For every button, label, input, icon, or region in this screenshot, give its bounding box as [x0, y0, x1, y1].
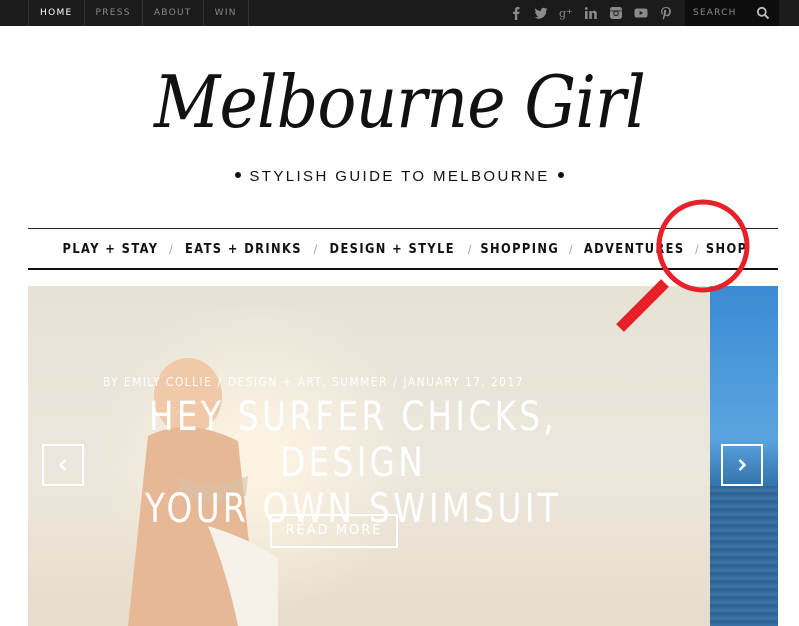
search-box: [685, 0, 779, 26]
nav-separator: /: [467, 241, 472, 257]
top-nav-press[interactable]: PRESS: [85, 0, 143, 26]
read-more-button[interactable]: READ MORE: [270, 514, 398, 548]
bullet-dot: [557, 172, 564, 179]
nav-separator: /: [569, 241, 573, 257]
post-date: JANUARY 17, 2017: [403, 375, 524, 389]
chevron-right-icon: [738, 459, 747, 471]
meta-separator: /: [393, 375, 399, 389]
google-plus-icon[interactable]: g +: [553, 0, 578, 26]
instagram-icon[interactable]: [603, 0, 628, 26]
post-title[interactable]: HEY SURFER CHICKS, DESIGN YOUR OWN SWIMS…: [87, 394, 620, 532]
facebook-icon[interactable]: [503, 0, 528, 26]
slider-prev-button[interactable]: [42, 444, 84, 486]
svg-text:+: +: [566, 7, 573, 16]
nav-design-style[interactable]: DESIGN + STYLE: [330, 242, 455, 257]
top-nav: HOME PRESS ABOUT WIN: [28, 0, 249, 26]
chevron-left-icon: [58, 459, 67, 471]
linkedin-icon[interactable]: [578, 0, 603, 26]
top-nav-home[interactable]: HOME: [29, 0, 85, 26]
site-tagline: STYLISH GUIDE TO MELBOURNE: [0, 168, 799, 185]
nav-separator: /: [169, 241, 173, 257]
post-categories[interactable]: DESIGN + ART, SUMMER: [228, 375, 388, 389]
nav-shopping[interactable]: SHOPPING: [481, 242, 560, 257]
meta-separator: /: [217, 375, 223, 389]
bullet-dot: [235, 172, 242, 179]
top-nav-win[interactable]: WIN: [204, 0, 249, 26]
post-author[interactable]: BY EMILY COLLIE: [103, 375, 212, 389]
nav-separator: /: [313, 241, 318, 257]
search-input[interactable]: [693, 6, 755, 20]
svg-text:g: g: [559, 7, 566, 20]
nav-eats-drinks[interactable]: EATS + DRINKS: [185, 242, 302, 257]
tagline-text: STYLISH GUIDE TO MELBOURNE: [249, 168, 550, 185]
top-nav-about[interactable]: ABOUT: [143, 0, 204, 26]
youtube-icon[interactable]: [628, 0, 653, 26]
slider-next-button[interactable]: [721, 444, 763, 486]
twitter-icon[interactable]: [528, 0, 553, 26]
top-bar: HOME PRESS ABOUT WIN g +: [0, 0, 799, 26]
site-logo[interactable]: Melbourne Girl: [40, 60, 759, 144]
nav-play-stay[interactable]: PLAY + STAY: [63, 242, 159, 257]
magnifier-annotation-icon: [616, 199, 750, 332]
post-meta: BY EMILY COLLIE / DESIGN + ART, SUMMER / JAN…: [103, 375, 524, 389]
sea-image: [710, 486, 778, 626]
social-links: g +: [503, 0, 678, 26]
post-title-line1: HEY SURFER CHICKS, DESIGN: [148, 394, 558, 486]
pinterest-icon[interactable]: [653, 0, 678, 26]
search-icon[interactable]: [756, 6, 770, 20]
